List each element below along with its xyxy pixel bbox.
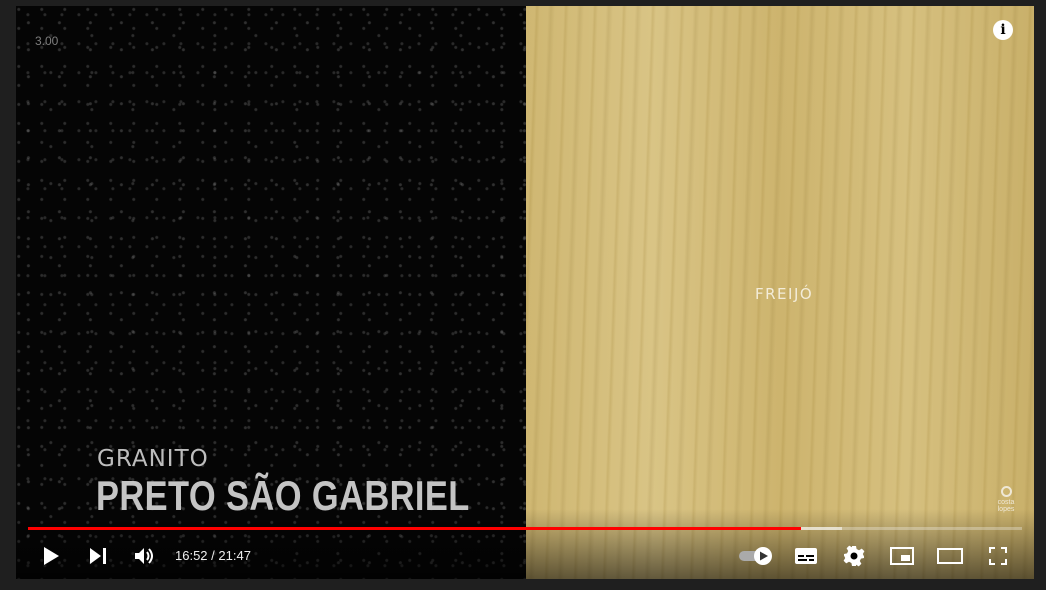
next-icon [90, 548, 106, 564]
theater-mode-icon [937, 548, 963, 564]
play-icon [44, 547, 59, 565]
brand-text: costa lopes [997, 499, 1015, 513]
settings-icon [843, 545, 865, 567]
subtitles-button[interactable] [790, 540, 822, 572]
video-player[interactable]: 3.00 GRANITO PRETO SÃO GABRIEL FREIJÓ co… [16, 6, 1034, 579]
subtitles-icon [795, 548, 817, 564]
wood-label: FREIJÓ [755, 285, 814, 303]
next-button[interactable] [82, 540, 114, 572]
caption-material-name: PRETO SÃO GABRIEL [96, 472, 470, 519]
fullscreen-icon [989, 547, 1007, 565]
fullscreen-button[interactable] [982, 540, 1014, 572]
brand-logo-icon [1000, 486, 1012, 497]
time-separator: / [207, 548, 219, 563]
current-time: 16:52 [175, 548, 208, 563]
volume-button[interactable] [129, 540, 161, 572]
caption-material-type: GRANITO [97, 446, 209, 472]
play-button[interactable] [35, 540, 67, 572]
progress-played [28, 527, 801, 530]
autoplay-toggle-icon [739, 547, 772, 565]
miniplayer-icon [890, 547, 914, 565]
progress-bar[interactable] [28, 527, 1022, 530]
control-bar: 16:52 / 21:47 [16, 536, 1034, 574]
info-button[interactable]: i [993, 20, 1013, 40]
volume-icon [135, 548, 153, 564]
version-badge: 3.00 [35, 34, 59, 48]
duration: 21:47 [218, 548, 251, 563]
miniplayer-button[interactable] [886, 540, 918, 572]
settings-button[interactable] [838, 540, 870, 572]
theater-mode-button[interactable] [934, 540, 966, 572]
brand-watermark: costa lopes [994, 486, 1018, 513]
time-display: 16:52 / 21:47 [175, 548, 251, 563]
autoplay-toggle[interactable] [738, 540, 774, 572]
